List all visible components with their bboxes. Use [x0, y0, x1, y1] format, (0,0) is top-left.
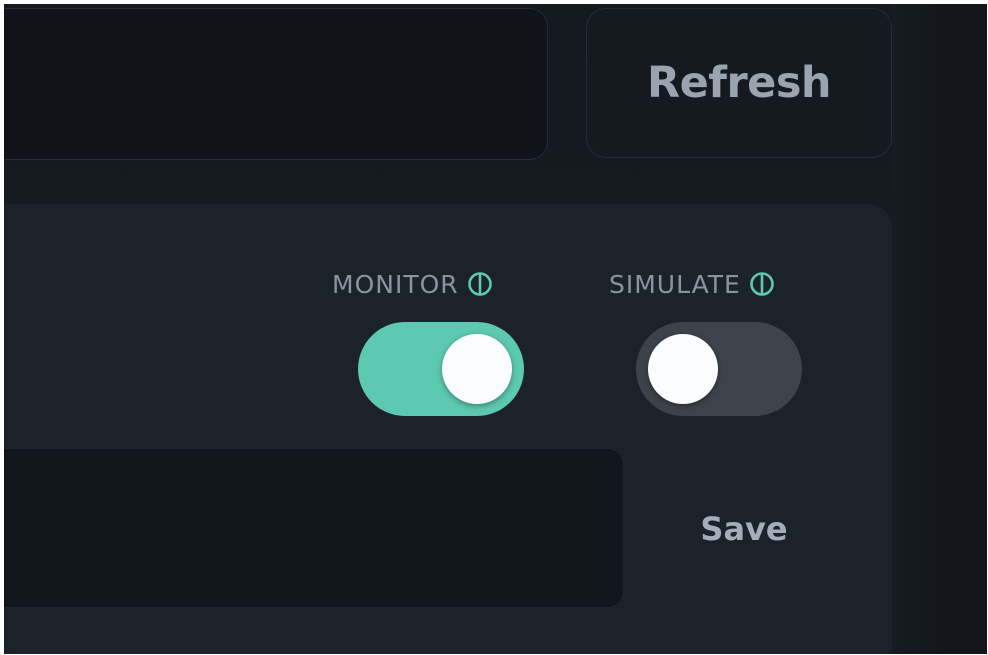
simulate-label: SIMULATE	[609, 266, 775, 302]
monitor-label-text: MONITOR	[332, 269, 459, 299]
monitor-label: MONITOR	[332, 266, 493, 302]
save-button-label: Save	[700, 510, 788, 548]
save-button[interactable]: Save	[664, 494, 824, 564]
app-window: Refresh MONITOR SIMULATE Save	[4, 4, 987, 654]
monitor-info-icon[interactable]	[467, 271, 493, 297]
simulate-toggle[interactable]	[636, 322, 802, 416]
refresh-button[interactable]: Refresh	[586, 8, 892, 158]
monitor-toggle[interactable]	[358, 322, 524, 416]
top-text-input[interactable]	[4, 8, 548, 160]
simulate-toggle-knob	[648, 334, 718, 404]
panel-edge-shadow	[892, 4, 987, 654]
monitor-toggle-knob	[442, 334, 512, 404]
refresh-button-label: Refresh	[646, 58, 832, 108]
simulate-info-icon[interactable]	[749, 271, 775, 297]
bottom-text-input[interactable]	[4, 448, 624, 608]
simulate-label-text: SIMULATE	[609, 269, 741, 299]
